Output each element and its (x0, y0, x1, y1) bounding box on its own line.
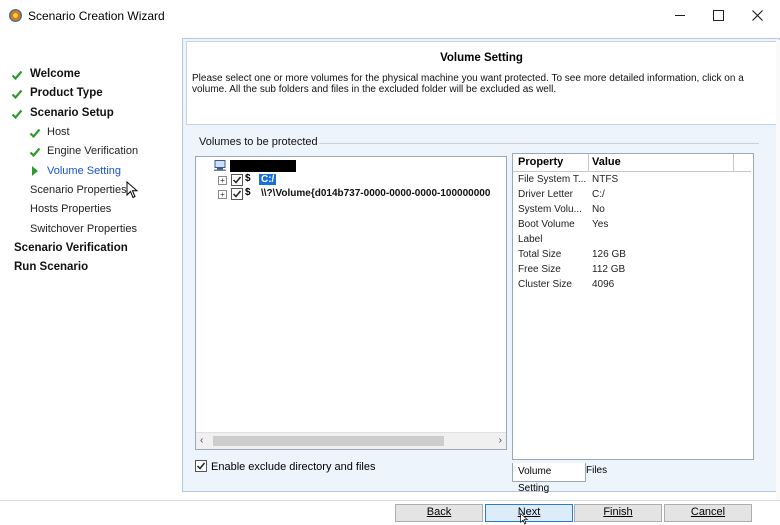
column-divider (733, 154, 734, 171)
volume-checkbox[interactable] (231, 174, 243, 186)
title-bar: Scenario Creation Wizard (0, 0, 780, 31)
exclude-checkbox[interactable] (195, 460, 207, 472)
property-row: Boot Volume Yes (513, 219, 751, 234)
volume-row[interactable]: + $ C:/ (196, 173, 506, 187)
wizard-footer: Back Next Finish Cancel (0, 500, 780, 525)
step-volume-setting: Volume Setting (47, 165, 121, 177)
value-column-header[interactable]: Value (592, 156, 621, 168)
step-run-scenario: Run Scenario (14, 261, 89, 273)
expand-icon[interactable]: + (218, 176, 227, 185)
minimize-icon (675, 15, 685, 17)
mouse-cursor-icon (520, 513, 529, 525)
property-value: Yes (592, 219, 609, 230)
volumes-group-label: Volumes to be protected (199, 136, 318, 148)
tree-root-row[interactable] (196, 159, 496, 173)
property-value: 126 GB (592, 249, 626, 260)
column-divider (588, 154, 589, 171)
page-description: Please select one or more volumes for th… (192, 73, 744, 95)
step-hosts-properties: Hosts Properties (30, 203, 112, 215)
maximize-button[interactable] (703, 4, 733, 26)
horizontal-scrollbar[interactable]: ‹ › (196, 432, 506, 449)
close-icon (751, 10, 763, 21)
properties-header: Property Value (513, 154, 751, 172)
expand-icon[interactable]: + (218, 190, 227, 199)
property-value: 112 GB (592, 264, 626, 275)
volume-tree[interactable]: + $ C:/ + $ \\?\Volume{d014b737-0000-000… (195, 156, 507, 450)
scrollbar-thumb[interactable] (213, 436, 444, 446)
checkmark-icon (232, 190, 242, 198)
volume-label[interactable]: \\?\Volume{d014b737-0000-0000-0000-10000… (261, 188, 490, 199)
scroll-left-icon[interactable]: ‹ (200, 435, 203, 446)
property-row: System Volu... No (513, 204, 751, 219)
next-button[interactable]: Next (485, 504, 573, 522)
property-row: Free Size 112 GB (513, 264, 751, 279)
volume-properties-grid: Property Value File System T... NTFS Driv… (512, 153, 754, 460)
exclude-label[interactable]: Enable exclude directory and files (211, 461, 375, 473)
step-host: Host (47, 126, 70, 138)
minimize-button[interactable] (665, 4, 695, 26)
window-edge (776, 40, 780, 500)
check-icon (29, 147, 41, 158)
step-scenario-verification: Scenario Verification (14, 242, 128, 254)
volume-setting-panel: Volume Setting Please select one or more… (182, 38, 780, 494)
checkmark-icon (196, 462, 206, 470)
property-key: Driver Letter (518, 189, 574, 200)
group-divider (319, 143, 759, 144)
property-column-header[interactable]: Property (518, 156, 563, 168)
step-welcome: Welcome (30, 68, 81, 80)
property-key: Cluster Size (518, 279, 572, 290)
share-volume-icon: $ (245, 173, 251, 184)
mouse-cursor-icon (126, 181, 138, 199)
checkmark-icon (232, 176, 242, 184)
check-icon (29, 128, 41, 139)
property-value: 4096 (592, 279, 615, 290)
scroll-right-icon[interactable]: › (499, 435, 502, 446)
maximize-icon (712, 10, 724, 22)
redacted-host-name (230, 160, 296, 172)
share-volume-icon: $ (245, 187, 251, 198)
property-key: System Volu... (518, 204, 582, 215)
property-value: NTFS (592, 174, 619, 185)
finish-button[interactable]: Finish (574, 504, 662, 522)
app-icon (9, 9, 22, 22)
property-row: Label (513, 234, 751, 249)
property-key: Total Size (518, 249, 562, 260)
property-row: Total Size 126 GB (513, 249, 751, 264)
wizard-steps-sidebar: Welcome Product Type Scenario Setup Host… (0, 31, 181, 494)
cancel-button[interactable]: Cancel (664, 504, 752, 522)
tab-volume-setting[interactable]: Volume Setting (512, 463, 586, 494)
step-scenario-setup: Scenario Setup (30, 107, 114, 119)
property-row: Driver Letter C:/ (513, 189, 751, 204)
volume-checkbox[interactable] (231, 188, 243, 200)
property-key: Label (518, 234, 543, 245)
check-icon (11, 109, 23, 120)
property-row: File System T... NTFS (513, 174, 751, 189)
step-switchover-properties: Switchover Properties (30, 223, 137, 235)
property-key: Free Size (518, 264, 561, 275)
step-engine-verification: Engine Verification (47, 145, 139, 157)
property-value: C:/ (592, 189, 605, 200)
step-scenario-properties: Scenario Properties (30, 184, 127, 196)
volume-label[interactable]: C:/ (259, 174, 277, 185)
property-row: Cluster Size 4096 (513, 279, 751, 294)
volume-row[interactable]: + $ \\?\Volume{d014b737-0000-0000-0000-1… (196, 187, 506, 201)
check-icon (11, 70, 23, 81)
window-title: Scenario Creation Wizard (28, 9, 165, 23)
page-title: Volume Setting (440, 52, 523, 64)
page-header: Volume Setting Please select one or more… (186, 41, 777, 125)
property-key: Boot Volume (518, 219, 575, 230)
step-product-type: Product Type (30, 87, 103, 99)
current-step-arrow-icon (32, 166, 38, 176)
computer-icon (214, 160, 226, 171)
close-button[interactable] (742, 4, 772, 26)
check-icon (11, 89, 23, 100)
property-key: File System T... (518, 174, 587, 185)
property-value: No (592, 204, 605, 215)
tab-files[interactable]: Files (581, 462, 612, 480)
back-button[interactable]: Back (395, 504, 483, 522)
